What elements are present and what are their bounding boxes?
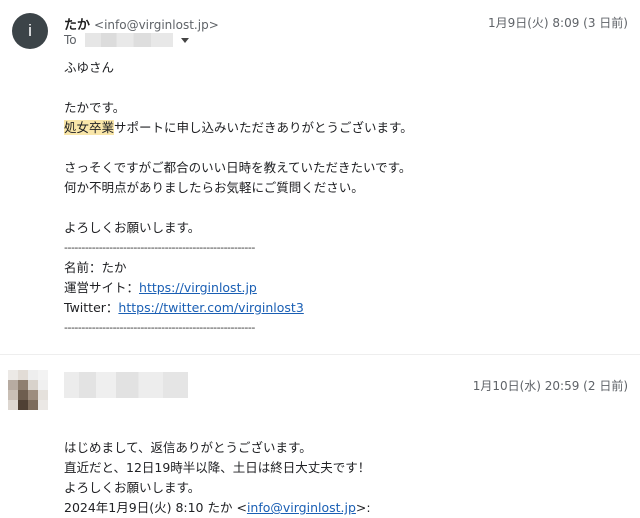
highlighted-text: 処女卒業: [64, 120, 115, 135]
signature-separator-top: ----------------------------------------…: [64, 241, 255, 254]
twitter-link[interactable]: https://twitter.com/virginlost3: [118, 300, 303, 315]
message-body: ふゆさん たかです。 処女卒業サポートに申し込みいただきありがとうございます。 …: [64, 58, 413, 338]
ask-line-2: 何か不明点がありましたらお気軽にご質問ください。: [64, 180, 364, 195]
regards-line: よろしくお願いします。: [64, 220, 201, 235]
message-date: 1月10日(水) 20:59 (2 日前): [472, 379, 628, 393]
message-date: 1月9日(火) 8:09 (3 日前): [487, 16, 628, 30]
quote-email-link[interactable]: info@virginlost.jp: [247, 500, 356, 515]
quote-prefix: 2024年1月9日(火) 8:10 たか <: [64, 500, 247, 515]
body-line-3: よろしくお願いします。: [64, 480, 201, 495]
thanks-text: サポートに申し込みいただきありがとうございます。: [114, 120, 413, 135]
sender-name[interactable]: たか: [64, 18, 90, 33]
intro-line: たかです。: [64, 100, 126, 115]
sender-avatar-blurred[interactable]: [8, 370, 48, 410]
signature-twitter: Twitter：https://twitter.com/virginlost3: [64, 298, 413, 318]
quote-header: 2024年1月9日(火) 8:10 たか <info@virginlost.jp…: [64, 498, 371, 518]
message-divider: [0, 354, 640, 355]
quote-suffix: >:: [355, 500, 371, 515]
sender-email: <info@virginlost.jp>: [94, 18, 219, 32]
thanks-line: 処女卒業サポートに申し込みいただきありがとうございます。: [64, 118, 413, 138]
signature-separator-bottom: ----------------------------------------…: [64, 321, 255, 334]
email-message-2: 1月10日(水) 20:59 (2 日前) はじめまして、返信ありがとうございま…: [0, 356, 640, 518]
avatar-letter: i: [28, 21, 32, 40]
body-line-2: 直近だと、12日19時半以降、土日は終日大丈夫です！: [64, 460, 371, 475]
greeting: ふゆさん: [64, 60, 115, 75]
ask-line-1: さっそくですがご都合のいい日時を教えていただきたいです。: [64, 160, 412, 175]
signature-site: 運営サイト：https://virginlost.jp: [64, 278, 413, 298]
site-label: 運営サイト：: [64, 280, 140, 295]
message-body: はじめまして、返信ありがとうございます。 直近だと、12日19時半以降、土日は終…: [64, 438, 371, 518]
show-details-chevron-down-icon[interactable]: [180, 37, 189, 43]
site-link[interactable]: https://virginlost.jp: [139, 280, 257, 295]
to-label: To: [64, 33, 77, 47]
recipient-row: To: [64, 33, 189, 47]
body-line-1: はじめまして、返信ありがとうございます。: [64, 440, 312, 455]
sender-name-redacted: [64, 372, 188, 398]
email-message-1: i たか <info@virginlost.jp> 1月9日(火) 8:09 (3…: [0, 0, 640, 355]
recipient-redacted: [84, 33, 173, 47]
sender-line: たか <info@virginlost.jp>: [64, 14, 219, 33]
signature-name: 名前：たか: [64, 260, 127, 275]
twitter-label: Twitter：: [64, 300, 119, 315]
sender-avatar[interactable]: i: [12, 13, 48, 49]
